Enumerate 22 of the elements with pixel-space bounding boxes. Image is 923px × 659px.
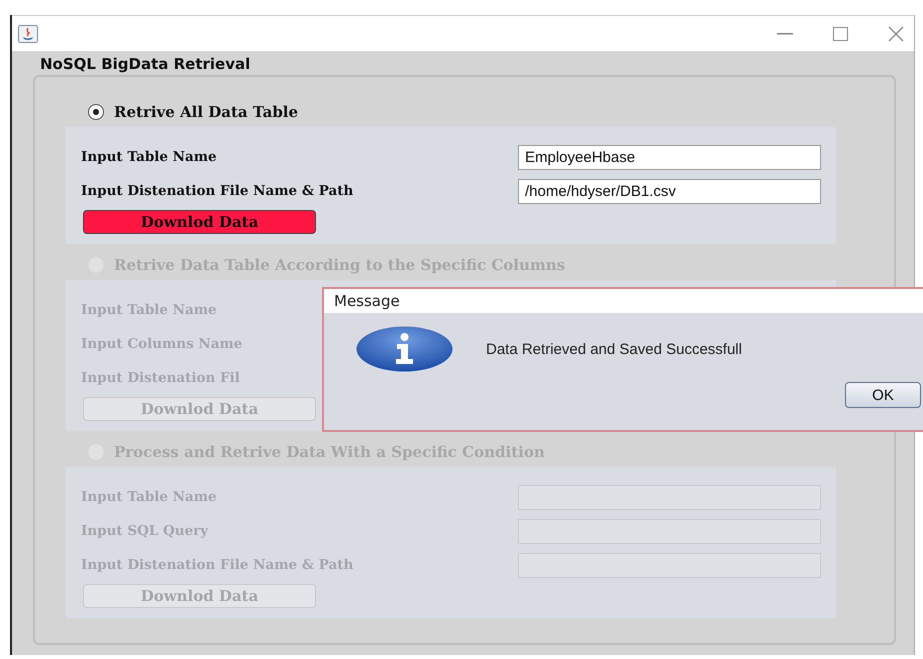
field-label: Input Table Name (81, 149, 217, 165)
radio-label: Retrive All Data Table (114, 103, 298, 121)
close-icon[interactable] (888, 26, 904, 42)
maximize-icon[interactable] (833, 26, 848, 40)
radio-button[interactable] (88, 104, 104, 120)
field-label: Input Columns Name (81, 336, 242, 352)
download-button[interactable]: Downlod Data (83, 210, 316, 234)
field-label: Input SQL Query (81, 523, 208, 539)
field-label: Input Table Name (81, 489, 217, 505)
input-field[interactable]: /home/hdyser/DB1.csv (518, 178, 821, 204)
field-label: Input Distenation File Name & Path (81, 557, 354, 573)
info-icon (356, 326, 453, 372)
input-field[interactable]: EmployeeHbase (518, 144, 821, 170)
field-label: Input Table Name (81, 302, 217, 318)
field-label: Input Distenation File Name & Path (81, 183, 354, 199)
minimize-icon[interactable] (777, 32, 793, 34)
panel-title: NoSQL BigData Retrieval (39, 54, 252, 73)
dialog-title: Message (334, 292, 400, 310)
app-icon (18, 24, 38, 42)
ok-button[interactable]: OK (845, 382, 921, 408)
field-label: Input Distenation Fil (81, 370, 240, 386)
dialog-message: Data Retrieved and Saved Successfull (486, 340, 742, 358)
